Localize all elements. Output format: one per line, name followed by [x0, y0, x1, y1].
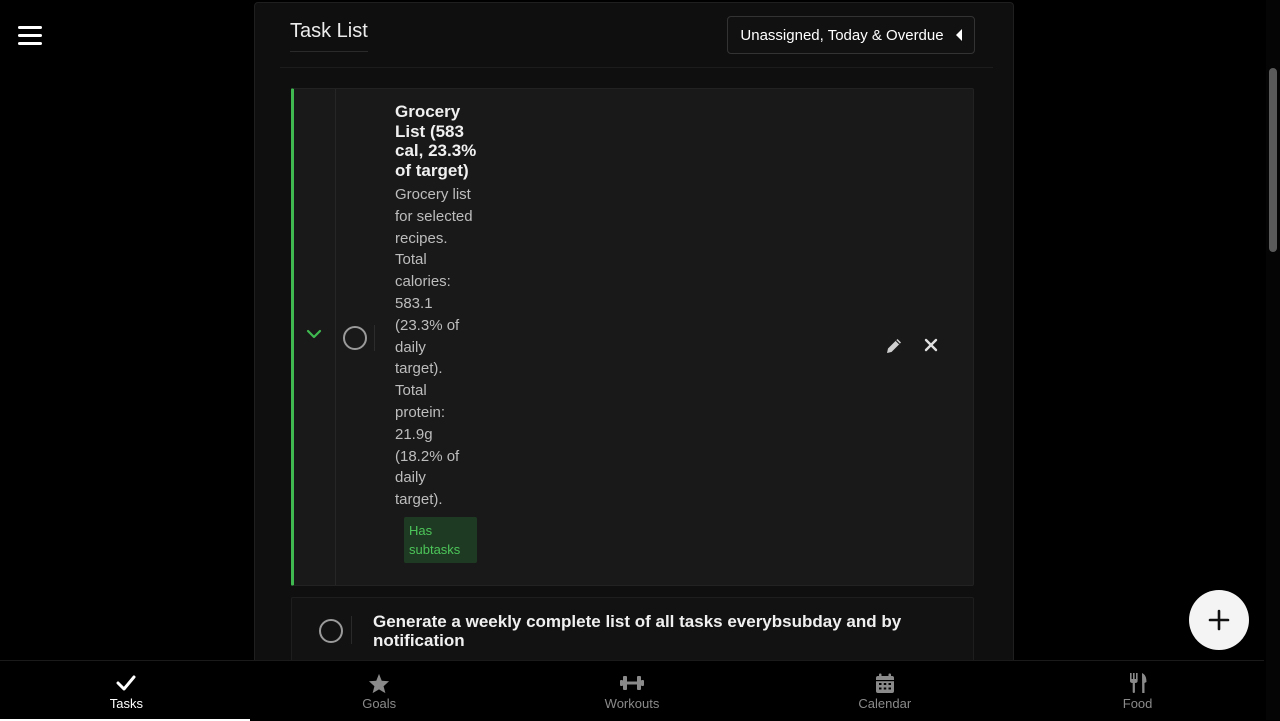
task-title: Generate a weekly complete list of all t…	[373, 612, 902, 650]
add-task-button[interactable]	[1189, 590, 1249, 650]
nav-label: Calendar	[858, 696, 912, 711]
calendar-icon	[875, 672, 895, 694]
task-description: Grocery list for selected recipes. Total…	[395, 186, 473, 509]
page-title: Task List	[290, 20, 368, 52]
nav-label: Tasks	[109, 696, 144, 711]
dumbbell-icon	[619, 672, 645, 694]
task-list-panel: Task List Unassigned, Today & Overdue Gr…	[254, 2, 1014, 704]
nav-item-tasks[interactable]: Tasks	[0, 661, 253, 721]
task-complete-checkbox[interactable]	[319, 619, 343, 643]
task-complete-checkbox[interactable]	[343, 326, 367, 350]
task-content: Grocery List (583 cal, 23.3% of target) …	[395, 102, 477, 563]
expand-column	[294, 89, 336, 585]
nav-label: Goals	[362, 696, 397, 711]
bottom-nav: Tasks Goals Workouts Calendar Food	[0, 660, 1264, 721]
check-icon	[116, 672, 136, 694]
task-title: Grocery List (583 cal, 23.3% of target)	[395, 102, 477, 180]
nav-item-food[interactable]: Food	[1011, 661, 1264, 721]
utensils-icon	[1128, 672, 1148, 694]
nav-item-workouts[interactable]: Workouts	[506, 661, 759, 721]
scrollbar[interactable]	[1266, 0, 1280, 720]
header-divider	[280, 67, 993, 68]
filter-label: Unassigned, Today & Overdue	[740, 26, 944, 44]
nav-label: Food	[1122, 696, 1153, 711]
chevron-down-icon[interactable]	[306, 329, 322, 339]
pencil-icon[interactable]	[884, 336, 904, 356]
nav-item-calendar[interactable]: Calendar	[758, 661, 1011, 721]
caret-left-icon	[955, 29, 962, 41]
nav-item-goals[interactable]: Goals	[253, 661, 506, 721]
close-icon[interactable]	[924, 338, 938, 352]
task-item: Grocery List (583 cal, 23.3% of target) …	[291, 88, 974, 586]
nav-label: Workouts	[604, 696, 660, 711]
plus-icon	[1208, 609, 1230, 631]
divider	[374, 325, 375, 351]
scrollbar-thumb[interactable]	[1269, 68, 1277, 252]
divider	[351, 616, 352, 644]
hamburger-menu-icon[interactable]	[18, 26, 42, 48]
star-icon	[368, 672, 390, 694]
subtasks-badge: Has subtasks	[404, 516, 477, 563]
filter-dropdown-button[interactable]: Unassigned, Today & Overdue	[727, 16, 975, 54]
